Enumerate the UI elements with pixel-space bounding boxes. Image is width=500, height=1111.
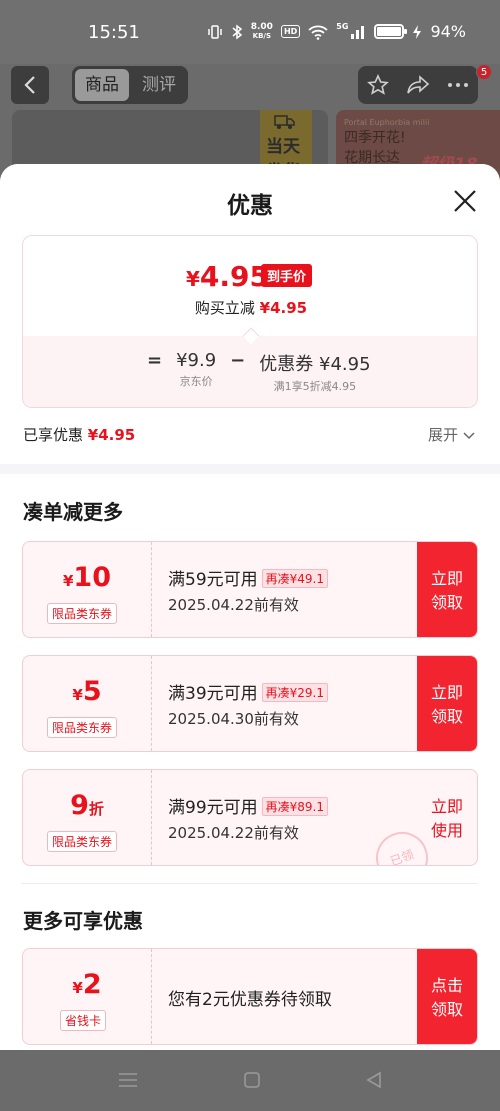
coupon-extra: 再凑¥89.1 — [261, 797, 328, 816]
coupon-amount: ¥5 — [72, 676, 102, 707]
final-price-tag: 到手价 — [261, 264, 313, 287]
bluetooth-icon — [232, 24, 242, 39]
coupon-validity: 2025.04.30前有效 — [168, 710, 299, 728]
status-time: 15:51 — [88, 22, 140, 43]
coupon-rule: 满1享5折减4.95 — [273, 380, 357, 393]
savings-kind: 省钱卡 — [60, 1010, 107, 1031]
coupon-validity: 2025.04.22前有效 — [168, 824, 299, 842]
coupon-card: ¥10 限品类东券 满59元可用 再凑¥49.1 2025.04.22前有效 立即… — [22, 541, 478, 638]
divider — [22, 883, 478, 884]
coupon-validity: 2025.04.22前有效 — [168, 596, 299, 614]
coupon-condition: 满99元可用 再凑¥89.1 — [168, 793, 328, 818]
chevron-down-icon — [463, 432, 475, 440]
coupon-card: ¥5 限品类东券 满39元可用 再凑¥29.1 2025.04.30前有效 立即 … — [22, 655, 478, 752]
tab-switcher: 商品 测评 — [72, 66, 188, 104]
signal-icon — [351, 25, 365, 39]
jd-price: ¥9.9 — [176, 350, 217, 371]
vibrate-icon — [207, 24, 222, 39]
enjoyed-discount: 已享优惠 ¥4.95 — [23, 426, 136, 444]
star-icon[interactable] — [366, 74, 389, 96]
reduce-line: 购买立减 ¥4.95 — [194, 299, 308, 317]
action-bar — [358, 66, 478, 104]
claim-button[interactable]: 立即 领取 — [417, 542, 477, 637]
back-triangle-icon[interactable] — [365, 1071, 383, 1089]
net-speed: 8.00 KB/S — [250, 21, 273, 40]
claim-button[interactable]: 立即 领取 — [417, 656, 477, 751]
savings-card: ¥2 省钱卡 您有2元优惠券待领取 点击 领取 — [22, 948, 478, 1045]
back-icon — [24, 76, 35, 94]
section-title-more-offers: 更多可享优惠 — [23, 909, 143, 933]
wifi-icon — [308, 25, 328, 40]
sheet-header: 优惠 ¥4.95 到手价 购买立减 ¥4.95 = ¥9.9 京东价 − 优惠券… — [0, 164, 500, 464]
product-top-nav: 商品 测评 — [0, 64, 500, 110]
share-icon[interactable] — [406, 74, 430, 96]
charging-icon — [413, 24, 422, 39]
discount-sheet: 优惠 ¥4.95 到手价 购买立减 ¥4.95 = ¥9.9 京东价 − 优惠券… — [0, 164, 500, 1050]
section-title-more-savings: 凑单减更多 — [23, 500, 123, 524]
use-button[interactable]: 立即 使用 — [417, 770, 477, 865]
savings-amount: ¥2 — [72, 969, 102, 1000]
tab-review[interactable]: 测评 — [132, 69, 186, 101]
home-icon[interactable] — [243, 1071, 261, 1089]
battery-level: 94% — [430, 22, 466, 41]
coupon-kind: 限品类东券 — [47, 831, 118, 852]
sheet-title: 优惠 — [227, 193, 273, 219]
status-bar: 15:51 8.00 KB/S HD 5G 94% — [0, 0, 500, 64]
coupon-condition: 满59元可用 再凑¥49.1 — [168, 565, 328, 590]
savings-text: 您有2元优惠券待领取 — [168, 990, 332, 1010]
coupon-card: 9折 限品类东券 满99元可用 再凑¥89.1 2025.04.22前有效 已领 … — [22, 769, 478, 866]
coupon-kind: 限品类东券 — [47, 603, 118, 624]
signal-label: 5G — [336, 22, 349, 31]
close-icon[interactable] — [452, 188, 478, 214]
menu-icon[interactable] — [118, 1072, 138, 1088]
back-button[interactable] — [11, 66, 49, 104]
expand-button[interactable]: 展开 — [428, 424, 475, 445]
coupon-extra: 再凑¥49.1 — [261, 569, 328, 588]
jd-price-label: 京东价 — [179, 375, 213, 388]
coupon-deduction: 优惠券 ¥4.95 — [259, 354, 371, 375]
price-card: ¥4.95 到手价 购买立减 ¥4.95 = ¥9.9 京东价 − 优惠券 ¥4… — [22, 235, 478, 408]
system-nav-bar — [0, 1050, 500, 1111]
hd-icon: HD — [280, 25, 301, 38]
truck-icon — [274, 115, 295, 129]
coupon-kind: 限品类东券 — [47, 717, 118, 738]
coupon-amount: 9折 — [70, 790, 104, 821]
claim-savings-button[interactable]: 点击 领取 — [417, 949, 477, 1044]
more-icon[interactable] — [447, 82, 469, 88]
price-formula: = ¥9.9 京东价 − 优惠券 ¥4.95 满1享5折减4.95 — [147, 350, 371, 393]
coupon-extra: 再凑¥29.1 — [261, 683, 328, 702]
coupon-amount: ¥10 — [62, 562, 111, 593]
final-price: ¥4.95 — [186, 260, 270, 293]
battery-icon — [374, 24, 408, 39]
message-badge: 5 — [476, 64, 492, 80]
status-icons: 8.00 KB/S HD 5G 94% — [207, 22, 466, 41]
coupon-condition: 满39元可用 再凑¥29.1 — [168, 679, 328, 704]
tab-product[interactable]: 商品 — [75, 69, 129, 101]
coupon-section: 凑单减更多 ¥10 限品类东券 满59元可用 再凑¥49.1 2025.04.22… — [0, 474, 500, 1050]
